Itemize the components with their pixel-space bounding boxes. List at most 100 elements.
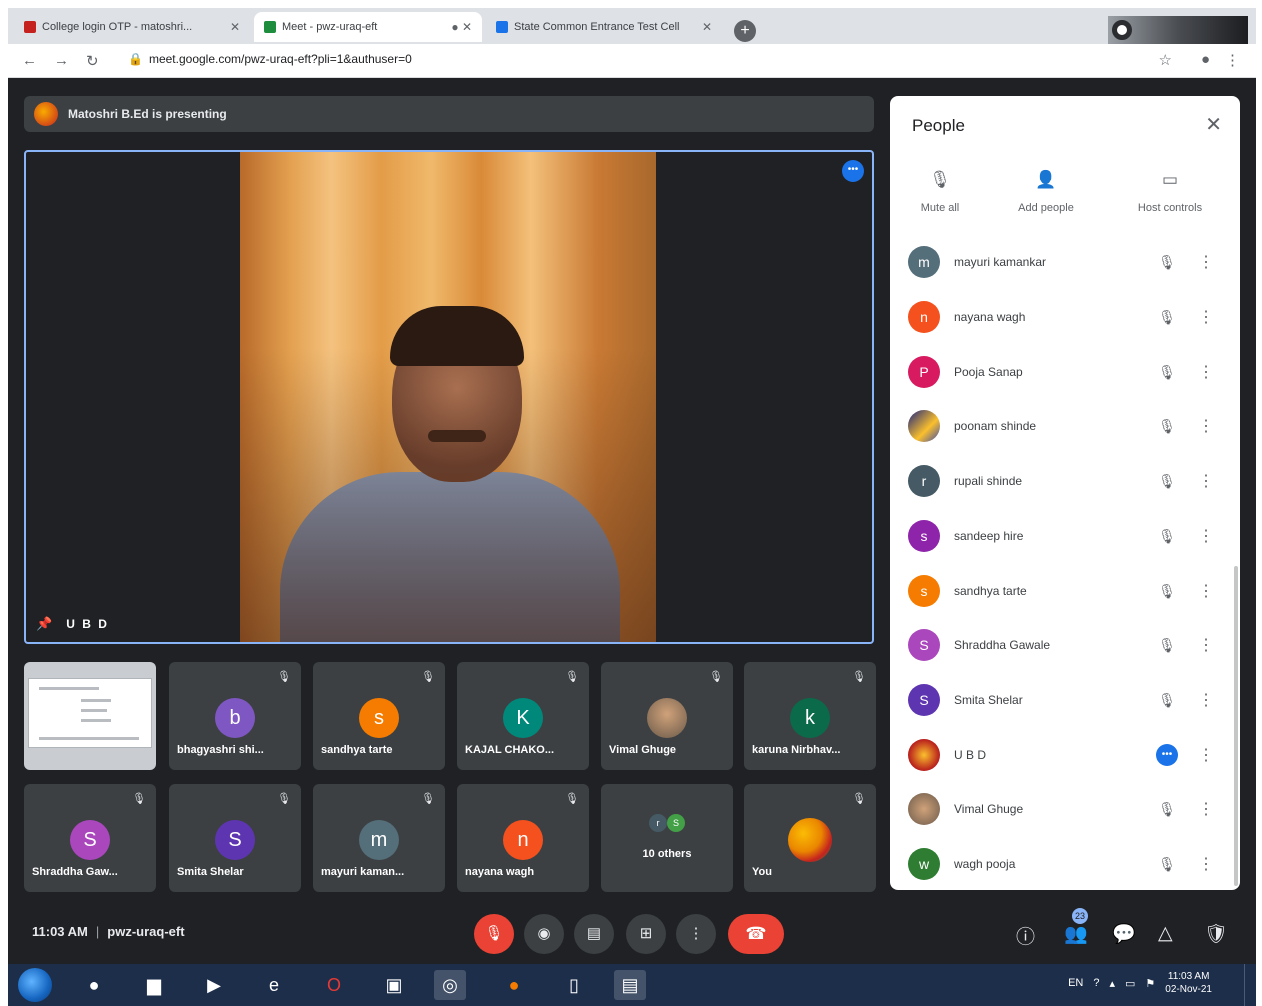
word-icon[interactable]: ▤ — [614, 970, 646, 1000]
internet-explorer-icon[interactable]: e — [258, 970, 290, 1000]
add-people-button[interactable]: 👤 Add people — [996, 170, 1096, 214]
flag-icon[interactable]: ⚑ — [1145, 977, 1155, 990]
participant-row[interactable]: U B D ••• ⋮ — [908, 735, 1220, 775]
language-indicator[interactable]: EN — [1068, 977, 1083, 989]
activities-icon[interactable]: △ — [1158, 922, 1173, 945]
close-tab-icon[interactable]: ✕ — [694, 20, 712, 34]
participant-row[interactable]: r rupali shinde 🎙 ⋮ — [908, 461, 1220, 501]
host-controls-icon[interactable]: 🛡 — [1204, 922, 1228, 946]
media-player-icon[interactable]: ▶ — [198, 970, 230, 1000]
participant-row[interactable]: s sandhya tarte 🎙 ⋮ — [908, 571, 1220, 611]
tile-participant[interactable]: 🎙 m mayuri kaman... — [313, 784, 445, 892]
document-icon[interactable]: ▯ — [558, 970, 590, 1000]
mic-off-icon[interactable]: 🎙 — [1154, 856, 1180, 873]
firefox-icon[interactable]: ● — [78, 970, 110, 1000]
participant-row[interactable]: m mayuri kamankar 🎙 ⋮ — [908, 242, 1220, 282]
start-button[interactable] — [18, 968, 52, 1002]
people-icon[interactable]: 👥 23 — [1064, 908, 1088, 946]
present-now-button[interactable]: ⊞ — [626, 914, 666, 954]
close-tab-icon[interactable]: ● ✕ — [443, 20, 472, 34]
more-options-icon[interactable]: ⋮ — [1180, 854, 1220, 874]
more-options-icon[interactable]: ⋮ — [1180, 362, 1220, 382]
participant-row[interactable]: poonam shinde 🎙 ⋮ — [908, 406, 1220, 446]
mic-off-icon[interactable]: 🎙 — [1154, 637, 1180, 654]
tab-meet[interactable]: Meet - pwz-uraq-eft ● ✕ — [254, 12, 482, 42]
participant-row[interactable]: n nayana wagh 🎙 ⋮ — [908, 297, 1220, 337]
main-speaker-video[interactable]: ••• 📌 U B D — [24, 150, 874, 644]
pin-icon[interactable]: 📌 — [36, 616, 54, 632]
chrome-icon[interactable]: ◎ — [434, 970, 466, 1000]
more-options-icon[interactable]: ⋮ — [1180, 799, 1220, 819]
participant-row[interactable]: Vimal Ghuge 🎙 ⋮ — [908, 789, 1220, 829]
camera-toggle-button[interactable]: ◉ — [524, 914, 564, 954]
meeting-details-icon[interactable]: ⓘ — [1016, 922, 1035, 949]
file-explorer-icon[interactable]: ▆ — [138, 970, 170, 1000]
mic-off-icon[interactable]: 🎙 — [1154, 528, 1180, 545]
mic-off-icon[interactable]: 🎙 — [1154, 801, 1180, 818]
profile-icon[interactable] — [1112, 20, 1132, 40]
more-options-icon[interactable]: ⋮ — [1180, 635, 1220, 655]
reload-icon[interactable]: ↻ — [86, 52, 99, 70]
mic-off-icon[interactable]: 🎙 — [1154, 364, 1180, 381]
more-options-icon[interactable]: ⋮ — [1180, 252, 1220, 272]
mic-off-icon[interactable]: 🎙 — [1154, 473, 1180, 490]
opera-icon[interactable]: O — [318, 970, 350, 1000]
participant-row[interactable]: S Shraddha Gawale 🎙 ⋮ — [908, 625, 1220, 665]
participant-row[interactable]: P Pooja Sanap 🎙 ⋮ — [908, 352, 1220, 392]
mic-off-icon[interactable]: 🎙 — [1154, 309, 1180, 326]
more-options-button[interactable]: ⋮ — [676, 914, 716, 954]
show-hidden-icons[interactable]: ▴ — [1109, 977, 1115, 990]
more-options-icon[interactable]: ⋮ — [1180, 526, 1220, 546]
captions-button[interactable]: ▤ — [574, 914, 614, 954]
tile-participant[interactable]: 🎙 s sandhya tarte — [313, 662, 445, 770]
mic-off-icon[interactable]: 🎙 — [1154, 418, 1180, 435]
network-icon[interactable]: ▣ — [378, 970, 410, 1000]
more-options-icon[interactable]: ••• — [842, 160, 864, 182]
presenting-banner[interactable]: Matoshri B.Ed is presenting — [24, 96, 874, 132]
tab-college-login[interactable]: College login OTP - matoshri... ✕ — [14, 12, 250, 42]
system-clock[interactable]: 11:03 AM 02-Nov-21 — [1165, 970, 1212, 996]
network-tray-icon[interactable]: ▭ — [1125, 977, 1135, 990]
tile-others[interactable]: r S 10 others — [601, 784, 733, 892]
tile-participant[interactable]: 🎙 Vimal Ghuge — [601, 662, 733, 770]
tile-self[interactable]: 🎙 You — [744, 784, 876, 892]
close-tab-icon[interactable]: ✕ — [222, 20, 240, 34]
url-field[interactable]: 🔒 meet.google.com/pwz-uraq-eft?pli=1&auth… — [128, 52, 412, 66]
firefox-window-icon[interactable]: ● — [498, 970, 530, 1000]
new-tab-button[interactable]: + — [734, 20, 756, 42]
more-options-icon[interactable]: ⋮ — [1180, 416, 1220, 436]
show-desktop-button[interactable] — [1244, 964, 1256, 1006]
more-options-icon[interactable]: ⋮ — [1180, 471, 1220, 491]
forward-icon[interactable]: → — [54, 52, 69, 69]
tile-participant[interactable]: 🎙 S Smita Shelar — [169, 784, 301, 892]
participant-row[interactable]: S Smita Shelar 🎙 ⋮ — [908, 680, 1220, 720]
help-icon[interactable]: ? — [1093, 977, 1099, 989]
tile-participant[interactable]: 🎙 K KAJAL CHAKO... — [457, 662, 589, 770]
more-options-icon[interactable]: ⋮ — [1180, 307, 1220, 327]
participant-row[interactable]: s sandeep hire 🎙 ⋮ — [908, 516, 1220, 556]
scrollbar[interactable] — [1234, 566, 1238, 886]
tile-participant[interactable]: 🎙 b bhagyashri shi... — [169, 662, 301, 770]
host-controls-button[interactable]: ▭ Host controls — [1120, 170, 1220, 214]
tile-participant[interactable]: 🎙 S Shraddha Gaw... — [24, 784, 156, 892]
mic-off-icon[interactable]: 🎙 — [1154, 254, 1180, 271]
mute-all-button[interactable]: 🎙 Mute all — [890, 170, 990, 214]
back-icon[interactable]: ← — [22, 52, 37, 69]
microphone-toggle-button[interactable]: 🎙 — [474, 914, 514, 954]
mic-off-icon[interactable]: 🎙 — [1154, 583, 1180, 600]
leave-call-button[interactable]: ☎ — [728, 914, 784, 954]
more-options-icon[interactable]: ⋮ — [1180, 581, 1220, 601]
tile-shared-screen[interactable] — [24, 662, 156, 770]
participant-row[interactable]: w wagh pooja 🎙 ⋮ — [908, 844, 1220, 884]
mic-off-icon[interactable]: 🎙 — [1154, 692, 1180, 709]
bookmark-star-icon[interactable]: ☆ — [1159, 51, 1172, 69]
menu-icon[interactable]: ⋮ — [1225, 51, 1240, 69]
tile-participant[interactable]: 🎙 k karuna Nirbhav... — [744, 662, 876, 770]
more-options-icon[interactable]: ⋮ — [1180, 745, 1220, 765]
more-options-icon[interactable]: ⋮ — [1180, 690, 1220, 710]
tab-state-cet[interactable]: State Common Entrance Test Cell ✕ — [486, 12, 722, 42]
tile-participant[interactable]: 🎙 n nayana wagh — [457, 784, 589, 892]
chat-icon[interactable]: 💬 — [1112, 922, 1136, 946]
extension-icon[interactable]: ● — [1201, 51, 1210, 68]
close-icon[interactable]: ✕ — [1205, 112, 1222, 137]
